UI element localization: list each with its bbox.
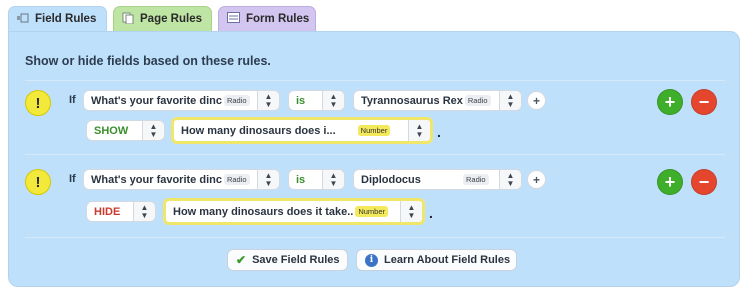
target-field-text: How many dinosaurs does it take.. (173, 205, 354, 218)
tab-page-rules-label: Page Rules (140, 13, 202, 25)
condition-field-text: What's your favorite dinc (91, 173, 222, 186)
condition-field-text: What's your favorite dinc (91, 94, 222, 107)
condition-value-select[interactable]: Diplodocus Radio ▲ ▼ (353, 169, 522, 190)
add-rule-button[interactable]: + (657, 89, 683, 115)
save-field-rules-button[interactable]: ✔ Save Field Rules (227, 249, 348, 271)
page-rules-icon (122, 12, 134, 27)
remove-rule-button[interactable]: − (691, 169, 717, 195)
chevron-up-down-icon: ▲ ▼ (499, 91, 521, 110)
divider (25, 237, 725, 238)
chevron-up-down-icon: ▲ ▼ (499, 170, 521, 189)
target-field-text: How many dinosaurs does i... (181, 124, 336, 137)
target-field-select[interactable]: How many dinosaurs does i... Number ▲ ▼ (171, 117, 433, 144)
target-field-select[interactable]: How many dinosaurs does it take.. Number… (163, 198, 425, 225)
chevron-up-down-icon: ▲ ▼ (257, 91, 279, 110)
tab-field-rules[interactable]: Field Rules (8, 6, 107, 31)
rule-if-label: If (69, 94, 76, 106)
tab-field-rules-label: Field Rules (35, 13, 97, 25)
field-type-badge: Radio (223, 174, 250, 185)
add-condition-button[interactable]: + (527, 91, 546, 110)
chevron-up-down-icon: ▲ ▼ (257, 170, 279, 189)
field-type-badge: Radio (223, 95, 250, 106)
action-text: SHOW (94, 124, 129, 137)
tab-page-rules[interactable]: Page Rules (113, 6, 212, 31)
condition-field-select[interactable]: What's your favorite dinc Radio ▲ ▼ (83, 169, 280, 190)
target-type-badge: Number (357, 125, 391, 136)
condition-value-select[interactable]: Tyrannosaurus Rex Radio ▲ ▼ (353, 90, 522, 111)
checkmark-icon: ✔ (236, 253, 247, 267)
tab-form-rules[interactable]: Form Rules (218, 6, 316, 31)
save-field-rules-label: Save Field Rules (252, 254, 340, 266)
info-icon: i (365, 253, 378, 267)
chevron-up-down-icon: ▲ ▼ (322, 170, 344, 189)
warning-icon: ! (25, 90, 51, 116)
operator-select[interactable]: is ▲ ▼ (288, 169, 345, 190)
action-select[interactable]: SHOW ▲ ▼ (86, 120, 165, 141)
chevron-up-down-icon: ▲ ▼ (133, 202, 155, 221)
condition-field-select[interactable]: What's your favorite dinc Radio ▲ ▼ (83, 90, 280, 111)
learn-about-field-rules-button[interactable]: i Learn About Field Rules (356, 249, 517, 271)
divider (25, 80, 725, 81)
operator-select[interactable]: is ▲ ▼ (288, 90, 345, 111)
target-type-badge: Number (355, 206, 389, 217)
action-select[interactable]: HIDE ▲ ▼ (86, 201, 156, 222)
rule-end-period: . (437, 124, 441, 140)
add-rule-button[interactable]: + (657, 169, 683, 195)
remove-rule-button[interactable]: − (691, 89, 717, 115)
form-rules-icon (227, 12, 240, 26)
chevron-up-down-icon: ▲ ▼ (142, 121, 164, 140)
condition-value-text: Diplodocus (361, 173, 421, 186)
condition-value-text: Tyrannosaurus Rex (361, 94, 463, 107)
value-type-badge: Radio (463, 174, 489, 185)
field-rules-icon (17, 13, 29, 26)
tab-form-rules-label: Form Rules (246, 13, 310, 25)
page-title: Show or hide fields based on these rules… (25, 54, 271, 68)
operator-text: is (296, 173, 306, 186)
chevron-up-down-icon: ▲ ▼ (400, 201, 422, 222)
value-type-badge: Radio (464, 95, 491, 106)
operator-text: is (296, 94, 306, 107)
action-text: HIDE (94, 205, 121, 218)
divider (25, 154, 725, 155)
chevron-up-down-icon: ▲ ▼ (408, 120, 430, 141)
field-rules-panel: Show or hide fields based on these rules… (8, 31, 740, 287)
rule-end-period: . (429, 205, 433, 221)
warning-icon: ! (25, 169, 51, 195)
add-condition-button[interactable]: + (527, 170, 546, 189)
learn-about-field-rules-label: Learn About Field Rules (384, 254, 511, 266)
chevron-up-down-icon: ▲ ▼ (322, 91, 344, 110)
rule-if-label: If (69, 173, 76, 185)
